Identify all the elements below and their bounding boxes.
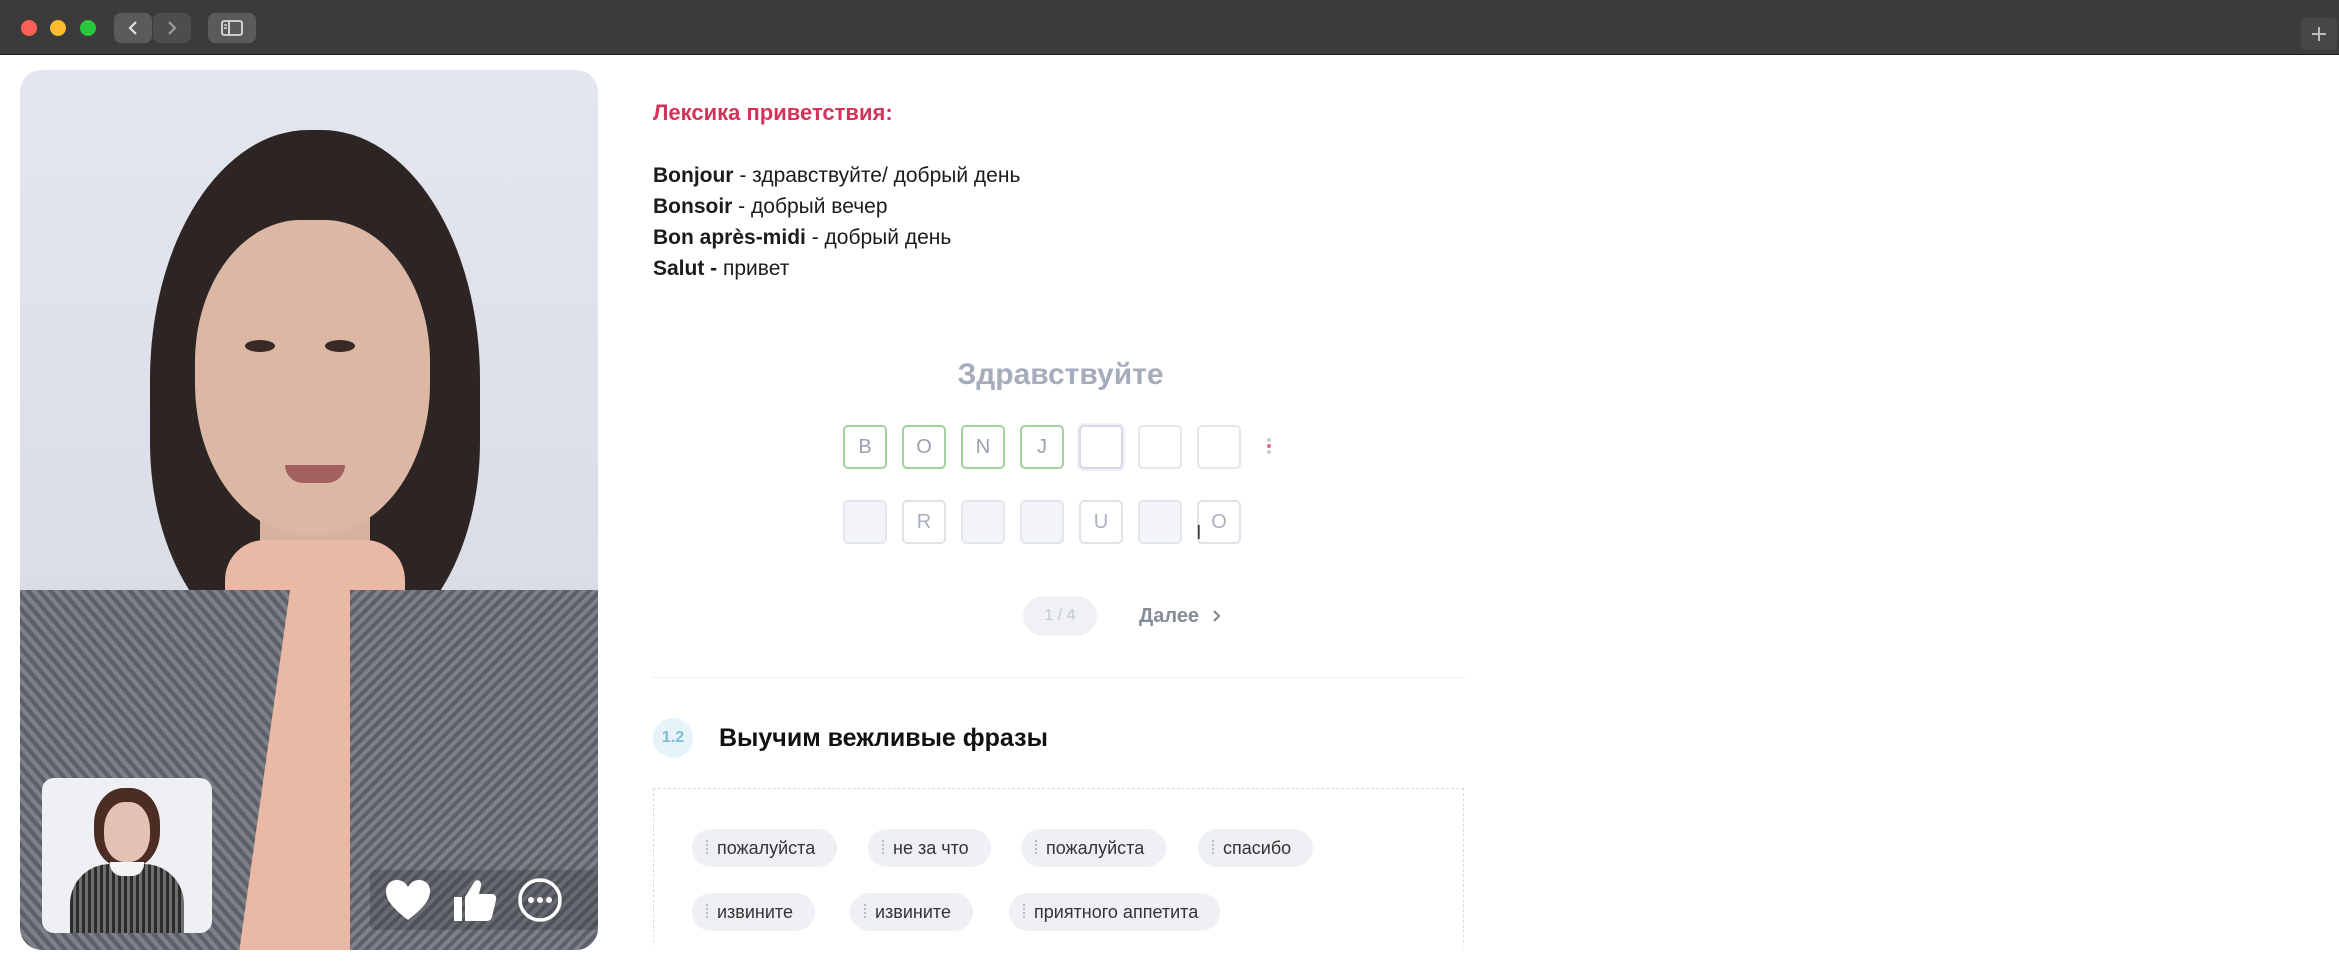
letter-tile[interactable] bbox=[1138, 500, 1182, 544]
letter-bank-row: R U O bbox=[843, 500, 1241, 544]
letter-tile[interactable] bbox=[961, 500, 1005, 544]
sidebar-icon bbox=[221, 20, 243, 36]
forward-button[interactable] bbox=[153, 13, 191, 43]
text-cursor-icon: I bbox=[1196, 522, 1202, 544]
new-tab-button[interactable] bbox=[2301, 18, 2337, 50]
reaction-bar bbox=[370, 870, 598, 930]
browser-toolbar bbox=[0, 0, 2339, 55]
chevron-left-icon bbox=[128, 21, 137, 35]
letter-tile[interactable] bbox=[1020, 500, 1064, 544]
phrase-chip[interactable]: извините bbox=[692, 893, 815, 931]
phrase-chip[interactable]: пожалуйста bbox=[692, 829, 838, 867]
answer-cell[interactable]: O bbox=[902, 425, 946, 469]
divider bbox=[653, 677, 1466, 678]
answer-cell[interactable] bbox=[1138, 425, 1182, 469]
vocab-list: Bonjour - здравствуйте/ добрый день Bons… bbox=[653, 160, 1468, 284]
phrase-chips-dropzone[interactable]: пожалуйста не за что пожалуйста спасибо … bbox=[653, 788, 1464, 948]
heart-reaction-button[interactable] bbox=[380, 872, 436, 928]
vocab-item: Bon après-midi - добрый день bbox=[653, 226, 952, 249]
exercise-prompt: Здравствуйте bbox=[957, 358, 1164, 391]
chevron-right-icon bbox=[168, 21, 177, 35]
phrase-chip[interactable]: спасибо bbox=[1198, 829, 1314, 867]
answer-cell[interactable]: B bbox=[843, 425, 887, 469]
letter-tile[interactable] bbox=[843, 500, 887, 544]
answer-cell[interactable] bbox=[1197, 425, 1241, 469]
picture-in-picture-video[interactable] bbox=[42, 778, 212, 933]
drag-handle-icon[interactable] bbox=[1267, 436, 1273, 456]
more-icon bbox=[518, 878, 562, 922]
section-number-badge: 1.2 bbox=[653, 718, 693, 758]
phrase-chip[interactable]: не за что bbox=[868, 829, 991, 867]
like-reaction-button[interactable] bbox=[446, 872, 502, 928]
video-player[interactable] bbox=[20, 70, 598, 950]
section-heading: Лексика приветствия: bbox=[653, 100, 893, 125]
next-button[interactable]: Далее bbox=[1139, 605, 1223, 628]
presenter-face bbox=[195, 220, 430, 535]
close-window-button[interactable] bbox=[21, 20, 37, 36]
scroll-fade bbox=[620, 930, 1480, 979]
vocab-item: Salut - привет bbox=[653, 257, 790, 280]
letter-tile[interactable]: R bbox=[902, 500, 946, 544]
letter-tile[interactable]: U bbox=[1079, 500, 1123, 544]
next-label: Далее bbox=[1139, 605, 1200, 627]
answer-cell[interactable]: J bbox=[1020, 425, 1064, 469]
phrase-chip[interactable]: извините bbox=[850, 893, 973, 931]
more-reactions-button[interactable] bbox=[512, 872, 568, 928]
answer-cell-active[interactable] bbox=[1079, 425, 1123, 469]
minimize-window-button[interactable] bbox=[50, 20, 66, 36]
phrase-chip[interactable]: пожалуйста bbox=[1021, 829, 1167, 867]
thumbs-up-icon bbox=[454, 880, 497, 921]
zoom-window-button[interactable] bbox=[80, 20, 96, 36]
page-indicator: 1 / 4 bbox=[1023, 596, 1097, 636]
phrase-chip[interactable]: приятного аппетита bbox=[1009, 893, 1221, 931]
heart-icon bbox=[386, 880, 430, 920]
back-button[interactable] bbox=[114, 13, 152, 43]
sidebar-toggle-button[interactable] bbox=[208, 13, 256, 43]
letter-tile[interactable]: O bbox=[1197, 500, 1241, 544]
chevron-right-icon bbox=[1212, 610, 1221, 622]
answer-cell[interactable]: N bbox=[961, 425, 1005, 469]
lesson-content: Лексика приветствия: Bonjour - здравству… bbox=[653, 100, 1468, 948]
vocab-item: Bonjour - здравствуйте/ добрый день bbox=[653, 164, 1021, 187]
section-title: Выучим вежливые фразы bbox=[719, 724, 1048, 752]
vocab-item: Bonsoir - добрый вечер bbox=[653, 195, 888, 218]
answer-row: B O N J bbox=[843, 425, 1241, 469]
